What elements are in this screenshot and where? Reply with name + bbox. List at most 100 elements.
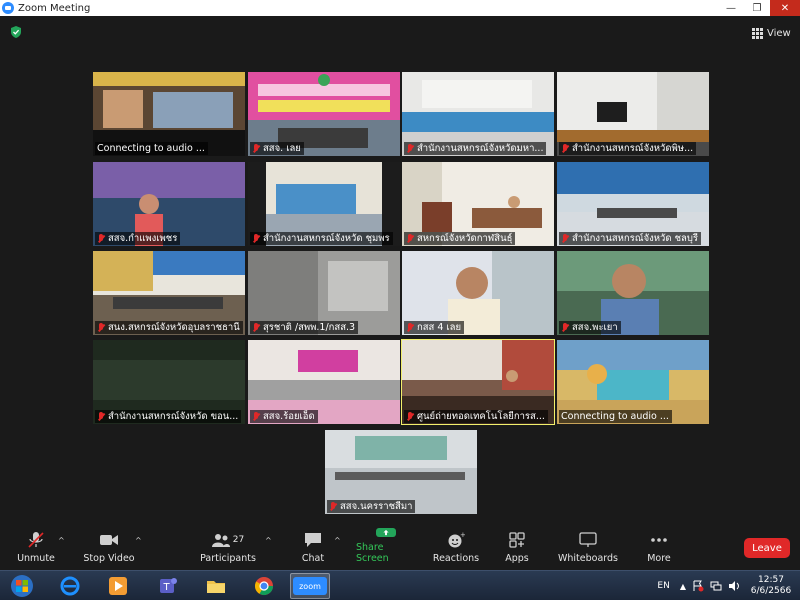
zoom-taskbar-label: zoom	[293, 577, 327, 595]
maximize-button[interactable]: ❐	[744, 0, 770, 16]
video-tile[interactable]: สสจ.กำแพงเพชร	[93, 162, 245, 246]
participants-icon	[211, 534, 230, 547]
share-screen-button[interactable]: Share Screen	[356, 528, 416, 570]
video-tile[interactable]: สำนักงานสหกรณ์จังหวัดพิษ...	[557, 72, 709, 156]
video-tile[interactable]: สนง.สหกรณ์จังหวัดอุบลราชธานี	[93, 251, 245, 335]
participant-name-label: Connecting to audio ...	[559, 410, 672, 423]
muted-mic-icon	[97, 411, 105, 422]
participant-name-label: ศูนย์ถ่ายทอดเทคโนโลยีการส...	[404, 410, 548, 423]
muted-mic-icon	[329, 501, 337, 512]
participant-name-label: สสจ. เลย	[250, 142, 304, 155]
video-tile[interactable]: Connecting to audio ...	[93, 72, 245, 156]
teams-icon[interactable]: T	[148, 573, 188, 599]
unmute-button[interactable]: Unmute	[14, 528, 58, 570]
chat-icon	[305, 533, 321, 547]
volume-icon[interactable]	[728, 580, 740, 592]
chat-button[interactable]: Chat	[298, 528, 328, 570]
participant-name-label: สหกรณ์จังหวัดกาฬสินธุ์	[404, 232, 516, 245]
participants-button[interactable]: 27 Participants	[200, 528, 256, 570]
close-button[interactable]: ✕	[770, 0, 800, 16]
video-tile[interactable]: สสจ.นครราชสีมา	[325, 430, 477, 514]
share-screen-icon	[376, 528, 396, 537]
whiteboards-button[interactable]: Whiteboards	[558, 528, 618, 570]
meeting-toolbar: Unmute ^ Stop Video ^ 27 Participants ^	[0, 528, 800, 570]
system-tray: EN ▲ 12:57 6/6/2566	[657, 571, 794, 600]
participant-name-label: สสจ.พะเยา	[559, 321, 621, 334]
flag-alert-icon[interactable]	[692, 580, 704, 592]
whiteboard-icon	[579, 532, 597, 547]
muted-mic-icon	[406, 233, 414, 244]
participant-name-label: สสจ.ร้อยเอ็ด	[250, 410, 318, 423]
muted-mic-icon	[406, 322, 414, 333]
video-tile[interactable]: สสจ.พะเยา	[557, 251, 709, 335]
internet-explorer-icon[interactable]	[50, 573, 90, 599]
chat-options-chevron-icon[interactable]: ^	[334, 536, 341, 545]
security-shield-icon[interactable]	[10, 26, 22, 38]
zoom-logo-icon	[2, 2, 14, 14]
more-options-icon	[651, 538, 667, 542]
apps-icon	[509, 532, 525, 548]
window-title: Zoom Meeting	[18, 2, 91, 14]
video-tile[interactable]: กสส 4 เลย	[402, 251, 554, 335]
muted-mic-icon	[406, 411, 414, 422]
reactions-button[interactable]: + Reactions	[432, 528, 480, 570]
muted-mic-icon	[252, 143, 260, 154]
video-tile[interactable]: สสจ. เลย	[248, 72, 400, 156]
more-button[interactable]: More	[644, 528, 674, 570]
participant-name-label: สำนักงานสหกรณ์จังหวัด ชุมพร	[250, 232, 393, 245]
muted-mic-icon	[561, 233, 569, 244]
stop-video-button[interactable]: Stop Video	[82, 528, 136, 570]
video-tile[interactable]: สสจ.ร้อยเอ็ด	[248, 340, 400, 424]
grid-view-icon	[752, 27, 763, 39]
muted-mic-icon	[97, 233, 105, 244]
audio-options-chevron-icon[interactable]: ^	[58, 536, 65, 545]
muted-mic-icon	[28, 532, 44, 548]
video-tile-active-speaker[interactable]: ศูนย์ถ่ายทอดเทคโนโลยีการส...	[401, 339, 555, 425]
video-tile[interactable]: สำนักงานสหกรณ์จังหวัดมหา...	[402, 72, 554, 156]
participant-name-label: สำนักงานสหกรณ์จังหวัด ขอน...	[95, 410, 242, 423]
participant-name-label: สนง.สหกรณ์จังหวัดอุบลราชธานี	[95, 321, 243, 334]
windows-taskbar: T zoom EN ▲ 12:57 6/6/2566	[0, 570, 800, 600]
windows-start-icon[interactable]	[2, 573, 42, 599]
muted-mic-icon	[252, 322, 260, 333]
tray-chevron-icon[interactable]: ▲	[680, 582, 686, 591]
participant-name-label: สสจ.นครราชสีมา	[327, 500, 416, 513]
svg-text:+: +	[460, 532, 465, 539]
muted-mic-icon	[97, 322, 105, 333]
network-icon[interactable]	[710, 580, 722, 592]
participant-name-label: สำนักงานสหกรณ์จังหวัดพิษ...	[559, 142, 697, 155]
clock-date: 6/6/2566	[750, 586, 792, 596]
participants-options-chevron-icon[interactable]: ^	[265, 536, 272, 545]
view-label: View	[767, 27, 791, 39]
video-tile[interactable]: สำนักงานสหกรณ์จังหวัด ชลบุรี	[557, 162, 709, 246]
participant-name-label: กสส 4 เลย	[404, 321, 465, 334]
video-tile[interactable]: สหกรณ์จังหวัดกาฬสินธุ์	[402, 162, 554, 246]
video-tile[interactable]: สำนักงานสหกรณ์จังหวัด ขอน...	[93, 340, 245, 424]
language-indicator[interactable]: EN	[657, 581, 669, 591]
clock[interactable]: 12:57 6/6/2566	[748, 575, 794, 597]
media-player-icon[interactable]	[98, 573, 138, 599]
leave-button[interactable]: Leave	[744, 538, 790, 558]
file-explorer-icon[interactable]	[196, 573, 236, 599]
participant-name-label: สำนักงานสหกรณ์จังหวัด ชลบุรี	[559, 232, 701, 245]
zoom-window: Zoom Meeting — ❐ ✕ View Connecting to au…	[0, 0, 800, 600]
video-tile[interactable]: สุรชาติ /สพพ.1/กสส.3	[248, 251, 400, 335]
muted-mic-icon	[252, 411, 260, 422]
apps-button[interactable]: Apps	[502, 528, 532, 570]
muted-mic-icon	[561, 322, 569, 333]
zoom-icon[interactable]: zoom	[290, 573, 330, 599]
meeting-gallery: View Connecting to audio ... สสจ. เลย สำ…	[0, 16, 800, 528]
video-tile[interactable]: สำนักงานสหกรณ์จังหวัด ชุมพร	[248, 162, 400, 246]
minimize-button[interactable]: —	[718, 0, 744, 16]
participant-count: 27	[232, 535, 245, 545]
participant-name-label: สำนักงานสหกรณ์จังหวัดมหา...	[404, 142, 547, 155]
view-button[interactable]: View	[752, 24, 792, 42]
participant-name-label: สุรชาติ /สพพ.1/กสส.3	[250, 321, 359, 334]
chrome-icon[interactable]	[244, 573, 284, 599]
window-controls: — ❐ ✕	[718, 0, 800, 16]
participant-name-label: สสจ.กำแพงเพชร	[95, 232, 181, 245]
svg-text:T: T	[163, 582, 171, 593]
video-options-chevron-icon[interactable]: ^	[135, 536, 142, 545]
video-camera-icon	[100, 535, 118, 545]
video-tile[interactable]: Connecting to audio ...	[557, 340, 709, 424]
